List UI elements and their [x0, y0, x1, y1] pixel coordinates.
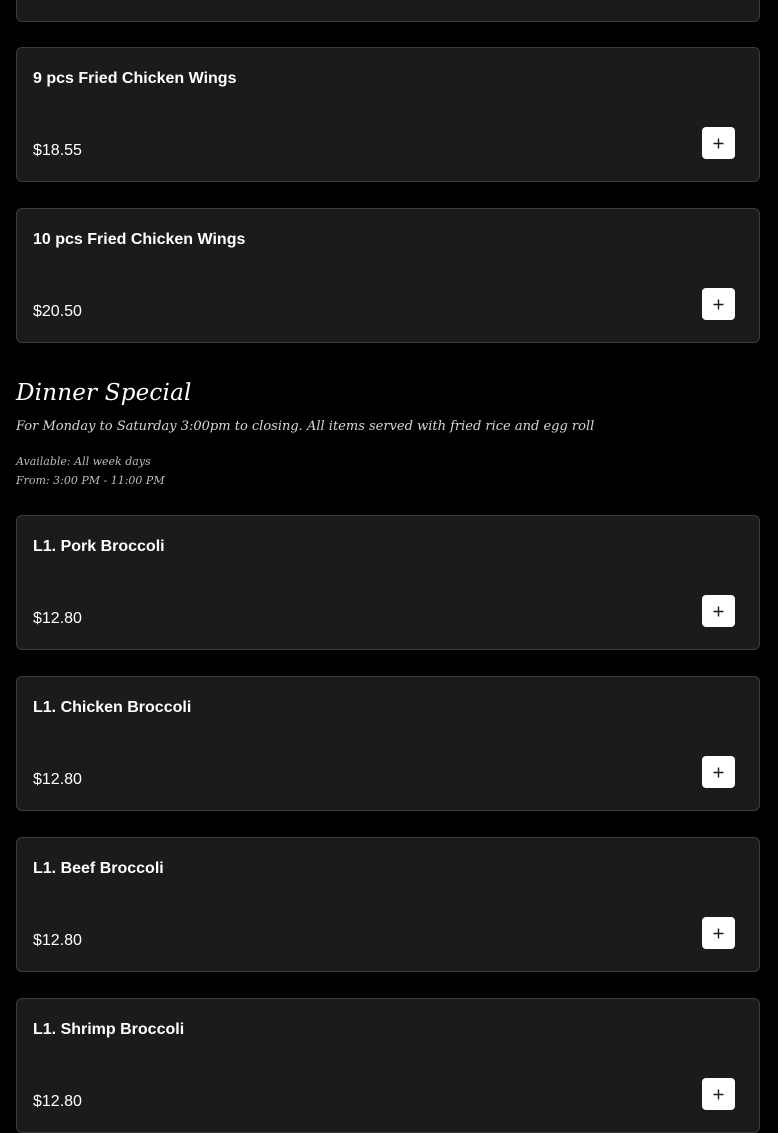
section-hours: From: 3:00 PM - 11:00 PM: [16, 474, 165, 487]
menu-item-card[interactable]: L1. Pork Broccoli $12.80: [16, 515, 760, 650]
menu-item-card[interactable]: 10 pcs Fried Chicken Wings $20.50: [16, 208, 760, 343]
menu-item-card[interactable]: 9 pcs Fried Chicken Wings $18.55: [16, 47, 760, 182]
menu-item-name: L1. Chicken Broccoli: [33, 699, 192, 716]
menu-item-card[interactable]: L1. Beef Broccoli $12.80: [16, 837, 760, 972]
add-to-cart-button[interactable]: [702, 288, 735, 320]
menu-item-price: $12.80: [33, 932, 82, 949]
menu-item-price: $18.55: [33, 142, 82, 159]
menu-item-name: L1. Beef Broccoli: [33, 860, 164, 877]
plus-icon: [713, 928, 724, 938]
menu-item-price: $12.80: [33, 1093, 82, 1110]
section-availability: Available: All week days: [16, 455, 151, 468]
menu-item-card-cut-off[interactable]: [16, 0, 760, 22]
add-to-cart-button[interactable]: [702, 595, 735, 627]
add-to-cart-button[interactable]: [702, 127, 735, 159]
plus-icon: [713, 299, 724, 309]
section-description: For Monday to Saturday 3:00pm to closing…: [16, 419, 595, 434]
menu-item-price: $20.50: [33, 303, 82, 320]
plus-icon: [713, 767, 724, 777]
menu-item-name: L1. Pork Broccoli: [33, 538, 165, 555]
menu-item-price: $12.80: [33, 610, 82, 627]
menu-item-name: 9 pcs Fried Chicken Wings: [33, 70, 237, 87]
menu-item-name: L1. Shrimp Broccoli: [33, 1021, 185, 1038]
add-to-cart-button[interactable]: [702, 1078, 735, 1110]
menu-page: 9 pcs Fried Chicken Wings $18.55 10 pcs …: [0, 0, 778, 1133]
section-title: Dinner Special: [16, 380, 192, 406]
plus-icon: [713, 606, 724, 616]
plus-icon: [713, 1089, 724, 1099]
add-to-cart-button[interactable]: [702, 756, 735, 788]
plus-icon: [713, 138, 724, 148]
menu-item-name: 10 pcs Fried Chicken Wings: [33, 231, 246, 248]
menu-item-price: $12.80: [33, 771, 82, 788]
menu-item-card[interactable]: L1. Chicken Broccoli $12.80: [16, 676, 760, 811]
add-to-cart-button[interactable]: [702, 917, 735, 949]
menu-item-card[interactable]: L1. Shrimp Broccoli $12.80: [16, 998, 760, 1133]
